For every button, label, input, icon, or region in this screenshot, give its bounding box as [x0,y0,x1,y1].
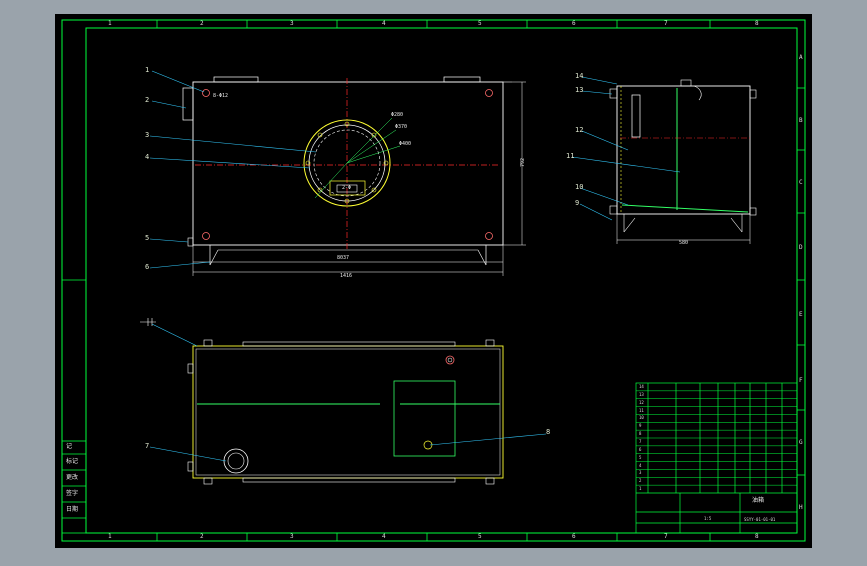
zone-label-side-B: B [799,117,803,124]
zone-label-top-3-bottom: 3 [290,533,294,540]
zone-label-side-G: G [799,439,803,446]
callout-12: 12 [575,126,584,134]
zone-label-top-6: 6 [572,20,576,27]
zone-label-top-2: 2 [200,20,204,27]
title-block-row-number: 7 [639,439,642,444]
zone-label-top-7-bottom: 7 [664,533,668,540]
title-block-row-number: 5 [639,454,642,460]
callout-5: 5 [145,234,150,242]
zone-label-side-A: A [799,54,803,61]
title-drawing-no: SSYY-01-01-01 [744,517,776,522]
callout-7: 7 [145,442,150,450]
revision-cell-2: 标记 [66,458,79,465]
callout-4: 4 [145,153,150,161]
title-block-row-number: 10 [639,415,644,421]
title-block-row-number: 12 [639,399,644,405]
title-block-row-number: 8 [639,431,642,437]
zone-label-top-8: 8 [755,20,759,27]
dim-hole-note: 8-Φ12 [213,93,229,99]
callout-14: 14 [575,72,584,80]
dim-flange-d3: Φ400 [399,141,412,147]
title-block-row-number: 1 [639,486,642,492]
revision-cell-5: 日期 [66,506,79,513]
revision-cell-4: 签字 [66,490,79,497]
revision-cell-3: 更改 [66,474,79,481]
zone-label-top-3: 3 [290,20,294,27]
callout-10: 10 [575,183,584,191]
zone-label-top-4-bottom: 4 [382,533,386,540]
zone-label-top-1-bottom: 1 [108,533,112,540]
zone-label-top-6-bottom: 6 [572,533,576,540]
zone-label-top-5-bottom: 5 [478,533,482,540]
dim-front-inner: 8037 [337,255,350,261]
drawing-sheet [55,14,812,548]
title-block-row-number: 6 [639,446,642,452]
dim-port-note: 2-Φ [342,185,352,191]
zone-label-side-D: D [799,244,803,251]
title-block-row-number: 3 [639,470,642,476]
callout-13: 13 [575,86,584,94]
title-block-row-number: 13 [639,391,644,397]
dim-flange-d2: Φ370 [395,124,408,130]
cad-drawing-viewport: 1122334455667788 ABCDEFGH 1 2 3 4 5 6 14… [0,0,867,562]
callout-3: 3 [145,131,150,139]
title-block-row-number: 9 [639,423,642,429]
zone-label-top-5: 5 [478,20,482,27]
zone-label-top-4: 4 [382,20,386,27]
title-block-row-number: 14 [639,384,644,389]
dim-flange-d1: Φ280 [391,112,404,118]
callout-8: 8 [546,428,551,436]
zone-label-side-E: E [799,311,803,318]
title-part-name: 油箱 [752,497,765,504]
dim-front-overall: 1416 [340,273,353,279]
callout-11: 11 [566,152,575,160]
title-block-row-number: 2 [639,478,642,484]
callout-9: 9 [575,199,580,207]
zone-label-side-H: H [799,504,803,511]
zone-label-side-C: C [799,179,803,186]
revision-cell-1: 记 [66,443,73,450]
title-block-row-number: 4 [639,462,642,468]
zone-label-side-F: F [799,377,803,384]
title-block-row-number: 11 [639,407,644,413]
zone-label-top-8-bottom: 8 [755,533,759,540]
callout-1: 1 [145,66,150,74]
dim-front-height: 792 [520,157,527,168]
callout-6: 6 [145,263,150,271]
zone-label-top-2-bottom: 2 [200,533,204,540]
callout-2: 2 [145,96,150,104]
zone-label-top-1: 1 [108,20,112,27]
zone-label-top-7: 7 [664,20,668,27]
title-scale: 1:5 [704,516,712,521]
dim-side-width: 580 [679,240,689,246]
cad-drawing-canvas [55,14,812,548]
